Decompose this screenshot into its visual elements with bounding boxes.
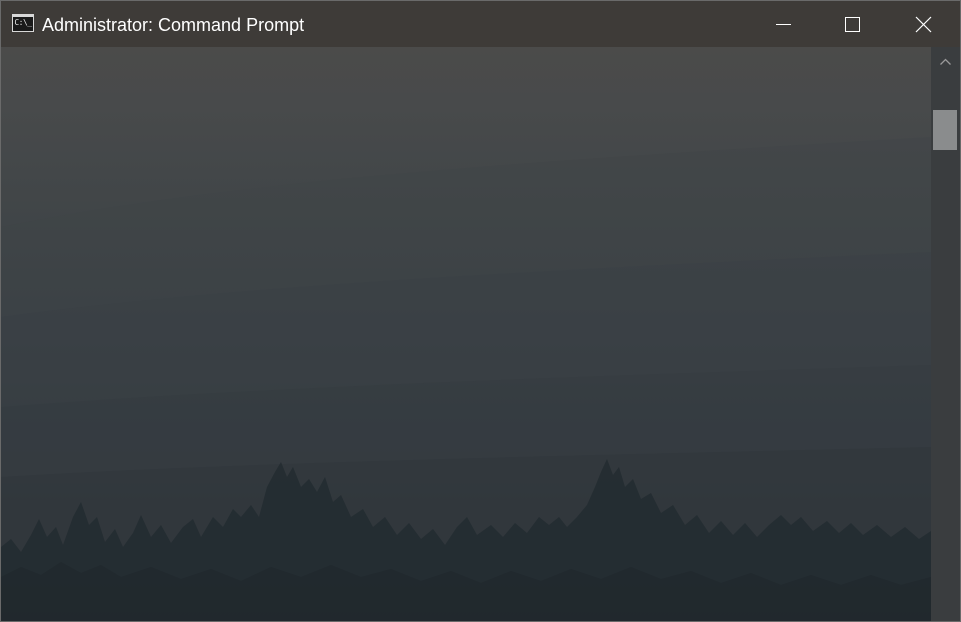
chevron-up-icon (940, 58, 951, 65)
minimize-icon (776, 24, 791, 25)
scroll-up-button[interactable] (931, 47, 960, 77)
title-bar[interactable]: C:\_ Administrator: Command Prompt (1, 1, 960, 47)
close-icon (915, 16, 932, 33)
maximize-button[interactable] (829, 1, 875, 47)
window-title: Administrator: Command Prompt (42, 15, 305, 35)
command-prompt-window: C:\_ Administrator: Command Prompt (0, 0, 961, 622)
background-landscape-image (1, 137, 931, 621)
vertical-scrollbar[interactable] (931, 47, 960, 621)
minimize-button[interactable] (760, 1, 806, 47)
maximize-icon (845, 17, 860, 32)
scroll-thumb[interactable] (933, 110, 957, 150)
console-output-area[interactable] (1, 47, 931, 621)
close-button[interactable] (900, 1, 946, 47)
command-prompt-icon[interactable]: C:\_ (12, 14, 34, 32)
